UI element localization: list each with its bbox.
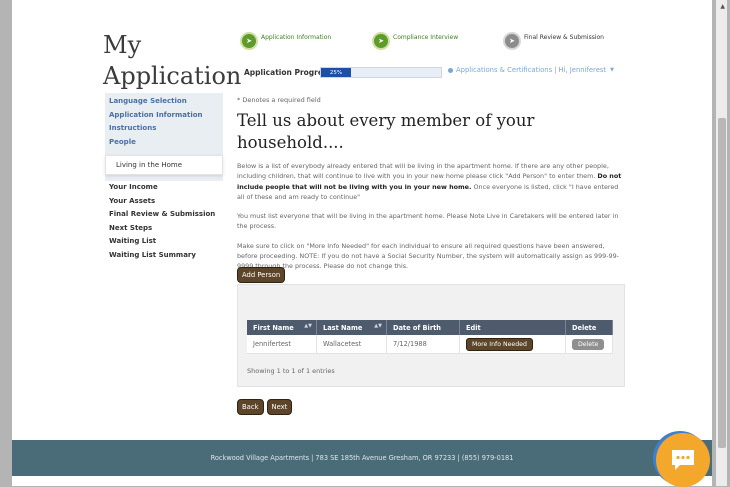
check-arrow-icon: ➤ xyxy=(240,32,258,50)
table-header-row: First Name ▲▼ Last Name ▲▼ Date of Birth E… xyxy=(247,320,613,335)
section-heading: Tell us about every member of your house… xyxy=(237,111,535,152)
column-date-of-birth[interactable]: Date of Birth xyxy=(386,320,460,335)
sidebar-item-people[interactable]: People xyxy=(109,136,219,150)
page-title-line2: Application xyxy=(103,62,242,90)
sidebar: Language Selection Application Informati… xyxy=(105,93,223,262)
chat-icon xyxy=(672,450,694,470)
instructions-paragraph-2: You must list everyone that will be livi… xyxy=(237,212,619,231)
sort-icon[interactable]: ▲▼ xyxy=(304,323,312,329)
next-button[interactable]: Next xyxy=(266,399,293,415)
nav-separator: | xyxy=(554,66,557,74)
progress-fill: 25% xyxy=(321,68,351,77)
table-info: Showing 1 to 1 of 1 entries xyxy=(247,367,335,375)
step-label: Compliance Interview xyxy=(393,33,459,41)
chevron-down-icon[interactable]: ▼ xyxy=(610,67,614,73)
chat-button[interactable] xyxy=(656,433,710,487)
arrow-icon: ➤ xyxy=(503,32,521,50)
step-label: Application Information xyxy=(261,33,332,41)
progress-label: Application Progress xyxy=(244,68,332,77)
cell-delete: Delete xyxy=(565,335,613,354)
sidebar-item-waiting-list-summary[interactable]: Waiting List Summary xyxy=(109,249,219,263)
sidebar-item-final-review[interactable]: Final Review & Submission xyxy=(109,208,219,222)
sort-icon[interactable]: ▲▼ xyxy=(374,323,382,329)
scroll-up-icon[interactable]: ▲ xyxy=(720,3,725,10)
page: My Application ➤ Application Information… xyxy=(12,0,712,486)
add-person-button[interactable]: Add Person xyxy=(237,267,286,283)
top-nav: Applications & Certifications | Hi, Jenn… xyxy=(448,66,614,74)
page-title-line1: My xyxy=(103,31,142,59)
cell-date-of-birth: 7/12/1988 xyxy=(386,335,460,354)
step-final-review[interactable]: ➤ Final Review & Submission xyxy=(503,32,604,50)
cell-edit: More Info Needed xyxy=(459,335,566,354)
required-note: * Denotes a required field xyxy=(237,96,321,104)
page-title: My Application xyxy=(103,30,241,92)
check-arrow-icon: ➤ xyxy=(372,32,390,50)
column-delete: Delete xyxy=(565,320,613,335)
instructions-paragraph-3: Make sure to click on "More Info Needed"… xyxy=(237,241,619,271)
more-info-needed-button[interactable]: More Info Needed xyxy=(466,337,533,351)
sidebar-item-living-in-the-home[interactable]: Living in the Home xyxy=(105,155,223,175)
sidebar-item-language-selection[interactable]: Language Selection xyxy=(109,95,219,109)
step-label: Final Review & Submission xyxy=(524,33,604,41)
sidebar-bottom-group: Your Income Your Assets Final Review & S… xyxy=(105,181,223,262)
cell-last-name: Wallacetest xyxy=(316,335,387,354)
table-row: Jennifertest Wallacetest 7/12/1988 More … xyxy=(247,335,613,354)
main-content: * Denotes a required field Tell us about… xyxy=(237,96,627,272)
household-table-panel: First Name ▲▼ Last Name ▲▼ Date of Birth E… xyxy=(237,284,625,387)
household-table: First Name ▲▼ Last Name ▲▼ Date of Birth E… xyxy=(247,320,613,354)
column-last-name[interactable]: Last Name ▲▼ xyxy=(316,320,387,335)
sidebar-item-your-assets[interactable]: Your Assets xyxy=(109,195,219,209)
sidebar-item-instructions[interactable]: Instructions xyxy=(109,122,219,136)
cell-first-name: Jennifertest xyxy=(247,335,317,354)
sidebar-item-next-steps[interactable]: Next Steps xyxy=(109,222,219,236)
step-compliance-interview[interactable]: ➤ Compliance Interview xyxy=(372,32,458,50)
applications-link[interactable]: Applications & Certifications xyxy=(456,66,552,74)
column-edit: Edit xyxy=(459,320,566,335)
step-application-information[interactable]: ➤ Application Information xyxy=(240,32,331,50)
para1-text-a: Below is a list of everybody already ent… xyxy=(237,162,609,181)
sidebar-item-application-information[interactable]: Application Information xyxy=(109,109,219,123)
scrollbar-thumb[interactable] xyxy=(718,118,726,448)
form-navigation: Back Next xyxy=(237,399,293,415)
user-menu[interactable]: Hi, Jenniferest xyxy=(558,66,606,74)
bullet-icon xyxy=(448,67,453,73)
site-footer: Rockwood Village Apartments | 783 SE 185… xyxy=(12,440,712,476)
back-button[interactable]: Back xyxy=(237,399,264,415)
sidebar-top-group: Language Selection Application Informati… xyxy=(105,93,223,181)
sidebar-item-your-income[interactable]: Your Income xyxy=(109,181,219,195)
column-first-name[interactable]: First Name ▲▼ xyxy=(247,320,317,335)
sidebar-item-waiting-list[interactable]: Waiting List xyxy=(109,235,219,249)
progress-bar: 25% xyxy=(320,67,442,78)
instructions-paragraph-1: Below is a list of everybody already ent… xyxy=(237,161,627,202)
delete-button[interactable]: Delete xyxy=(572,338,605,350)
